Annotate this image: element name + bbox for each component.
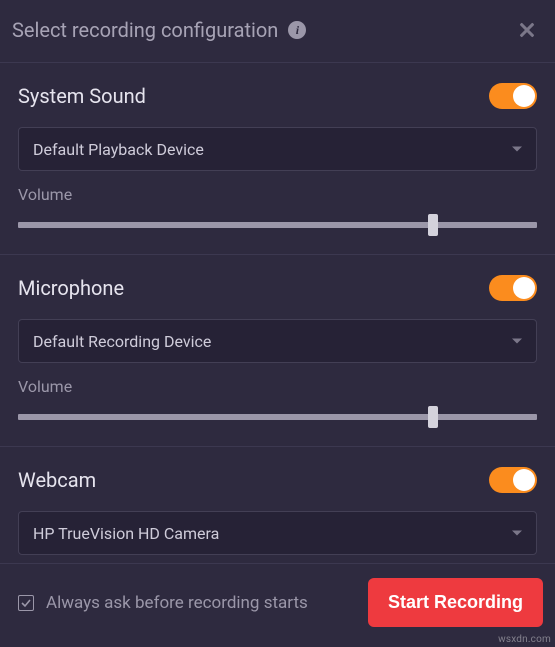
microphone-volume-slider[interactable] — [18, 410, 537, 424]
checkmark-icon — [21, 598, 31, 608]
chevron-down-icon — [512, 339, 522, 344]
system-sound-volume-slider[interactable] — [18, 218, 537, 232]
chevron-down-icon — [512, 531, 522, 536]
system-sound-header: System Sound — [18, 83, 537, 109]
slider-track — [18, 414, 537, 420]
slider-thumb[interactable] — [428, 214, 438, 236]
slider-thumb[interactable] — [428, 406, 438, 428]
webcam-title: Webcam — [18, 468, 96, 492]
start-recording-button[interactable]: Start Recording — [368, 578, 543, 627]
microphone-title: Microphone — [18, 276, 124, 300]
chevron-down-icon — [512, 147, 522, 152]
system-sound-title: System Sound — [18, 84, 146, 108]
dialog-header: Select recording configuration i — [0, 0, 555, 63]
system-sound-section: System Sound Default Playback Device Vol… — [0, 63, 555, 255]
system-sound-toggle[interactable] — [489, 83, 537, 109]
dialog-title: Select recording configuration — [12, 18, 278, 42]
dialog-footer: Always ask before recording starts Start… — [0, 563, 555, 647]
microphone-volume-label: Volume — [18, 377, 537, 396]
microphone-toggle[interactable] — [489, 275, 537, 301]
webcam-header: Webcam — [18, 467, 537, 493]
always-ask-label: Always ask before recording starts — [46, 593, 308, 613]
close-icon[interactable] — [517, 20, 537, 40]
microphone-section: Microphone Default Recording Device Volu… — [0, 255, 555, 447]
webcam-device-select[interactable]: HP TrueVision HD Camera — [18, 511, 537, 555]
microphone-device-select[interactable]: Default Recording Device — [18, 319, 537, 363]
system-sound-volume-label: Volume — [18, 185, 537, 204]
info-icon[interactable]: i — [288, 21, 306, 39]
system-sound-device-select[interactable]: Default Playback Device — [18, 127, 537, 171]
webcam-toggle[interactable] — [489, 467, 537, 493]
always-ask-checkbox[interactable] — [18, 595, 34, 611]
system-sound-device-value: Default Playback Device — [33, 140, 204, 159]
slider-track — [18, 222, 537, 228]
microphone-device-value: Default Recording Device — [33, 332, 211, 351]
webcam-device-value: HP TrueVision HD Camera — [33, 524, 219, 543]
watermark: wsxdn.com — [498, 634, 551, 645]
microphone-header: Microphone — [18, 275, 537, 301]
